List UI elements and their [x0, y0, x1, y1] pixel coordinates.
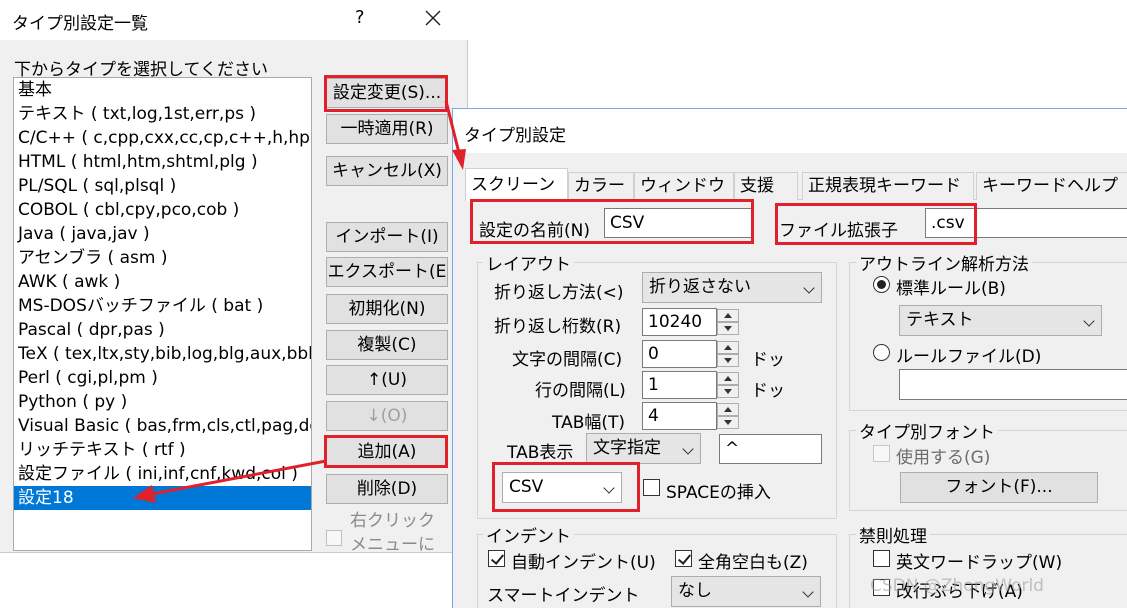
- annotation-arrows: [133, 100, 466, 503]
- arrow-to-new-item: [151, 459, 327, 496]
- arrow-to-settings-dialog: [444, 100, 461, 154]
- arrow-head-icon: [133, 485, 156, 503]
- watermark: CSDN @ZhongWorld: [870, 576, 1044, 596]
- arrow-head-icon: [452, 149, 466, 170]
